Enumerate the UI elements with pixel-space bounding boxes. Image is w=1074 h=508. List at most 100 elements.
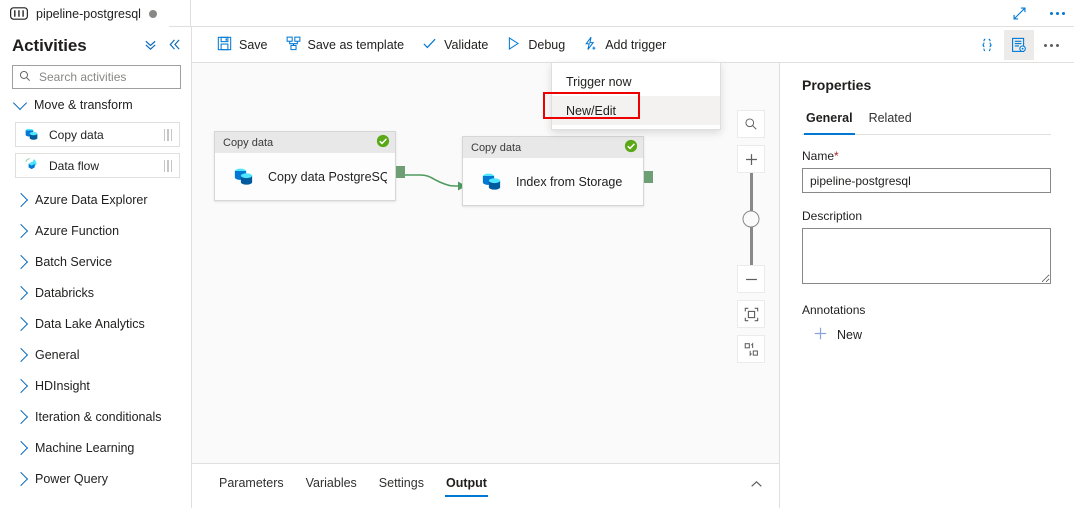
node-output-port[interactable]: [396, 166, 405, 178]
menu-item-label: New/Edit: [566, 103, 617, 118]
tab-settings[interactable]: Settings: [368, 464, 435, 502]
activity-group-label: HDInsight: [35, 378, 90, 393]
save-button[interactable]: Save: [208, 30, 277, 60]
zoom-slider[interactable]: [742, 173, 760, 265]
menu-item-new-edit[interactable]: New/Edit: [552, 96, 720, 125]
search-activities-box[interactable]: [12, 65, 181, 89]
activity-group-batch-service[interactable]: Batch Service: [0, 246, 191, 277]
required-marker: *: [834, 149, 839, 163]
chevron-down-icon: [12, 95, 28, 111]
save-icon: [217, 36, 232, 54]
debug-button[interactable]: Debug: [497, 30, 574, 60]
copy-data-icon: [231, 163, 256, 191]
ellipsis-icon: [1049, 12, 1065, 15]
add-trigger-dropdown-menu: Trigger now New/Edit: [551, 62, 721, 130]
menu-item-label: Trigger now: [566, 74, 632, 89]
command-bar-more-icon[interactable]: [1036, 30, 1066, 60]
activity-group-databricks[interactable]: Databricks: [0, 277, 191, 308]
tab-parameters[interactable]: Parameters: [208, 464, 295, 502]
activity-group-move-transform[interactable]: Move & transform: [0, 89, 191, 120]
activity-group-label: Data Lake Analytics: [35, 316, 145, 331]
activity-group-label: Iteration & conditionals: [35, 409, 162, 424]
node-body: Copy data PostgreSQL: [215, 153, 395, 200]
auto-align-button[interactable]: [737, 335, 765, 363]
canvas-zoom-controls: [737, 110, 765, 370]
activity-item-label: Data flow: [49, 158, 100, 173]
chevron-right-icon: [13, 440, 29, 455]
name-label-text: Name: [802, 149, 835, 163]
chevron-right-icon: [13, 347, 29, 362]
activities-header: Activities: [0, 27, 191, 60]
zoom-in-button[interactable]: [737, 145, 765, 173]
tab-output[interactable]: Output: [435, 464, 498, 502]
fit-to-screen-button[interactable]: [737, 300, 765, 328]
save-as-template-button[interactable]: Save as template: [277, 30, 414, 60]
search-input[interactable]: [37, 69, 174, 85]
activity-group-label: General: [35, 347, 80, 362]
save-as-template-icon: [286, 36, 301, 54]
node-status-success-icon: [624, 139, 638, 156]
save-as-template-label: Save as template: [307, 37, 405, 52]
node-name-label: Index from Storage: [516, 174, 623, 189]
annotations-label: Annotations: [802, 303, 866, 317]
expand-diagonal-icon[interactable]: [1008, 3, 1030, 25]
ellipsis-icon: [1043, 43, 1059, 47]
debug-label: Debug: [528, 37, 566, 52]
activity-item-data-flow[interactable]: Data flow: [15, 153, 180, 178]
window-more-icon[interactable]: [1046, 3, 1068, 25]
name-input[interactable]: [802, 168, 1051, 193]
activity-item-label: Copy data: [49, 127, 104, 142]
pipeline-command-bar: Save Save as template Validate Debug Add…: [192, 27, 1074, 63]
expand-bottom-panel-button[interactable]: [747, 475, 765, 493]
validate-button[interactable]: Validate: [413, 30, 497, 60]
node-type-label: Copy data: [223, 136, 274, 149]
tab-variables[interactable]: Variables: [295, 464, 368, 502]
activity-group-label: Machine Learning: [35, 440, 135, 455]
chevron-right-icon: [13, 285, 29, 300]
activity-node-copy-data-postgresql[interactable]: Copy data Copy data PostgreSQL: [214, 131, 405, 201]
chevron-right-icon: [13, 378, 29, 393]
activity-group-data-lake-analytics[interactable]: Data Lake Analytics: [0, 308, 191, 339]
window-controls: [1008, 0, 1068, 27]
activity-group-label: Batch Service: [35, 254, 113, 269]
add-trigger-button[interactable]: Add trigger: [574, 30, 675, 60]
unsaved-changes-dot: [148, 9, 157, 18]
activity-group-azure-function[interactable]: Azure Function: [0, 215, 191, 246]
tab-general[interactable]: General: [802, 107, 861, 135]
activity-group-azure-data-explorer[interactable]: Azure Data Explorer: [0, 184, 191, 215]
copy-data-icon: [479, 168, 504, 196]
zoom-out-button[interactable]: [737, 265, 765, 293]
add-trigger-label: Add trigger: [605, 37, 667, 52]
node-header: Copy data: [463, 137, 643, 158]
activity-group-general[interactable]: General: [0, 339, 191, 370]
activity-group-machine-learning[interactable]: Machine Learning: [0, 432, 191, 463]
pipeline-icon: [10, 7, 28, 20]
name-field-label: Name*: [802, 149, 1051, 163]
activity-item-copy-data[interactable]: Copy data: [15, 122, 180, 147]
tab-label: Variables: [305, 476, 357, 490]
tab-related[interactable]: Related: [865, 107, 920, 134]
tab-label: Output: [445, 476, 487, 490]
menu-item-trigger-now[interactable]: Trigger now: [552, 67, 720, 96]
drag-handle[interactable]: [163, 159, 172, 172]
code-braces-icon[interactable]: [972, 30, 1002, 60]
node-header: Copy data: [215, 132, 395, 153]
drag-handle[interactable]: [163, 128, 172, 141]
plus-icon: [813, 326, 828, 344]
activities-panel: Activities M: [0, 27, 192, 508]
node-output-port[interactable]: [644, 171, 653, 183]
activity-group-hdinsight[interactable]: HDInsight: [0, 370, 191, 401]
zoom-slider-thumb[interactable]: [742, 210, 760, 228]
properties-panel-icon[interactable]: [1004, 30, 1034, 60]
add-annotation-button[interactable]: New: [802, 326, 1051, 344]
double-chevron-left-icon[interactable]: [168, 38, 181, 54]
activity-group-power-query[interactable]: Power Query: [0, 463, 191, 494]
activity-group-iteration-conditionals[interactable]: Iteration & conditionals: [0, 401, 191, 432]
description-textarea[interactable]: [802, 228, 1051, 284]
activity-group-label: Power Query: [35, 471, 108, 486]
pipeline-tab[interactable]: pipeline-postgresql: [0, 0, 169, 27]
double-chevron-down-icon[interactable]: [144, 38, 157, 54]
activity-node-index-from-storage[interactable]: Copy data Index from Storage: [462, 136, 653, 206]
search-icon: [19, 70, 31, 85]
zoom-to-search-button[interactable]: [737, 110, 765, 138]
